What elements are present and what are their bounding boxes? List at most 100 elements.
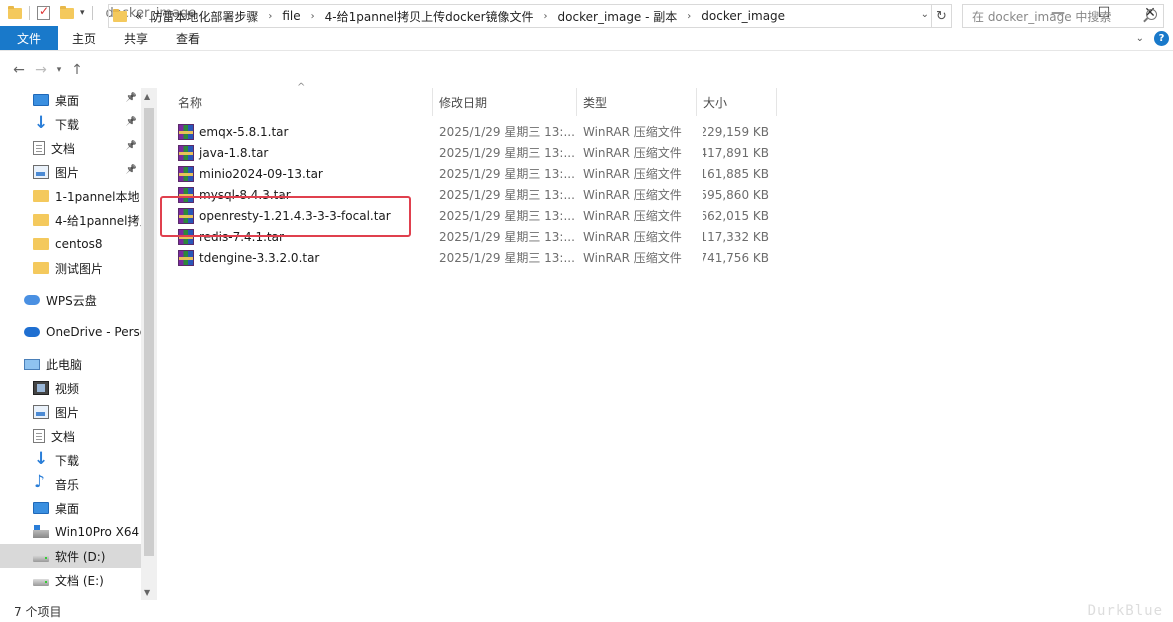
sidebar-item[interactable]: WPS云盘 xyxy=(0,288,141,312)
sidebar-item[interactable]: OneDrive - Perso xyxy=(0,320,141,344)
sidebar-item[interactable]: 音乐 xyxy=(0,472,141,496)
sidebar-item-label: 此电脑 xyxy=(46,357,83,372)
sidebar-item[interactable]: 视频 xyxy=(0,376,141,400)
column-divider[interactable] xyxy=(776,88,777,116)
tab-file[interactable]: 文件 xyxy=(0,26,58,50)
recent-locations-button[interactable]: ▾ xyxy=(52,58,66,82)
file-type-text: WinRAR 压缩文件 xyxy=(583,188,682,202)
up-button[interactable]: ↑ xyxy=(66,58,88,82)
sidebar-item[interactable]: 文档 📌 xyxy=(0,136,141,160)
file-type: WinRAR 压缩文件 xyxy=(583,184,693,205)
file-date-text: 2025/1/29 星期三 13:... xyxy=(439,251,574,265)
folder-icon xyxy=(33,238,49,250)
address-dropdown-icon[interactable]: ⌄ xyxy=(921,9,929,20)
file-row[interactable]: java-1.8.tar 2025/1/29 星期三 13:... WinRAR 压… xyxy=(162,142,782,163)
back-button[interactable]: ← xyxy=(8,58,30,82)
sidebar-item[interactable]: 桌面 📌 xyxy=(0,88,141,112)
refresh-button[interactable]: ↻ xyxy=(932,4,952,28)
column-divider[interactable] xyxy=(696,88,697,116)
sidebar-item[interactable]: centos8 xyxy=(0,232,141,256)
drive-icon xyxy=(33,579,49,586)
cloud-icon xyxy=(24,295,40,305)
watermark: DurkBlue xyxy=(1087,603,1163,619)
chevron-right-icon[interactable]: › xyxy=(268,11,272,22)
file-type-text: WinRAR 压缩文件 xyxy=(583,167,682,181)
breadcrumb-item[interactable]: file xyxy=(282,9,300,23)
search-placeholder: 在 docker_image 中搜索 xyxy=(972,9,1112,24)
breadcrumb-item[interactable]: docker_image - 副本 xyxy=(558,8,678,25)
folder-icon xyxy=(33,214,49,226)
pin-icon[interactable]: 📌 xyxy=(126,117,137,127)
sidebar-item[interactable]: 此电脑 xyxy=(0,352,141,376)
chevron-right-icon[interactable]: › xyxy=(687,11,691,22)
sidebar-item[interactable]: 图片 xyxy=(0,400,141,424)
column-header-size[interactable]: 大小 xyxy=(703,88,769,116)
search-icon[interactable] xyxy=(1146,9,1157,20)
scroll-up-icon[interactable]: ▲ xyxy=(144,92,150,101)
download-icon xyxy=(33,113,49,133)
file-type: WinRAR 压缩文件 xyxy=(583,226,693,247)
breadcrumb-overflow[interactable]: « xyxy=(135,9,142,23)
sidebar-item[interactable]: 1-1pannel本地 xyxy=(0,184,141,208)
column-divider[interactable] xyxy=(576,88,577,116)
sidebar-item-label: centos8 xyxy=(55,237,103,251)
picture-icon xyxy=(33,165,49,179)
sidebar-item[interactable]: 下载 📌 xyxy=(0,112,141,136)
file-name-text: emqx-5.8.1.tar xyxy=(199,124,289,139)
annotation-highlight-box xyxy=(160,196,411,237)
column-divider[interactable] xyxy=(432,88,433,116)
customize-toolbar-dropdown-icon[interactable]: ▾ xyxy=(80,8,85,18)
scroll-down-icon[interactable]: ▼ xyxy=(144,588,150,597)
sidebar-item[interactable]: 4-给1pannel拷贝 xyxy=(0,208,141,232)
file-row[interactable]: emqx-5.8.1.tar 2025/1/29 星期三 13:... WinRAR… xyxy=(162,121,782,142)
pin-icon[interactable]: 📌 xyxy=(126,165,137,175)
folder-icon xyxy=(33,190,49,202)
tab-share[interactable]: 共享 xyxy=(110,26,162,50)
column-header-date[interactable]: 修改日期 xyxy=(439,88,574,116)
file-name: tdengine-3.3.2.0.tar xyxy=(178,247,428,268)
properties-icon[interactable] xyxy=(37,4,50,20)
new-folder-icon[interactable] xyxy=(60,5,74,19)
column-header-name[interactable]: 名称 xyxy=(178,88,428,116)
ribbon-right-controls: ⌄ ? xyxy=(1136,26,1173,51)
sidebar-item[interactable]: 测试图片 xyxy=(0,256,141,280)
file-type-text: WinRAR 压缩文件 xyxy=(583,230,682,244)
file-row[interactable]: tdengine-3.3.2.0.tar 2025/1/29 星期三 13:...… xyxy=(162,247,782,268)
forward-button[interactable]: → xyxy=(30,58,52,82)
file-type-text: WinRAR 压缩文件 xyxy=(583,209,682,223)
tab-view[interactable]: 查看 xyxy=(162,26,214,50)
sidebar-item-label: 测试图片 xyxy=(55,261,104,276)
breadcrumb-item[interactable]: 防雷本地化部署步骤 xyxy=(150,8,258,25)
expand-ribbon-icon[interactable]: ⌄ xyxy=(1136,33,1144,44)
pin-icon[interactable]: 📌 xyxy=(126,141,137,151)
sidebar-item[interactable]: 桌面 xyxy=(0,496,141,520)
sidebar-item-label: 视频 xyxy=(55,381,80,396)
sidebar-item-label: 下载 xyxy=(55,117,80,132)
chevron-right-icon[interactable]: › xyxy=(544,11,548,22)
sidebar-scroll-thumb[interactable] xyxy=(144,108,154,556)
sidebar-item[interactable]: 文档 xyxy=(0,424,141,448)
file-date: 2025/1/29 星期三 13:... xyxy=(439,247,574,268)
search-input[interactable]: 在 docker_image 中搜索 xyxy=(962,4,1164,28)
pin-icon[interactable]: 📌 xyxy=(126,93,137,103)
sidebar-item[interactable]: 图片 📌 xyxy=(0,160,141,184)
chevron-right-icon[interactable]: › xyxy=(311,11,315,22)
folder-icon[interactable] xyxy=(8,5,22,19)
document-icon xyxy=(33,429,45,443)
sidebar-item[interactable]: 文档 (E:) xyxy=(0,568,141,592)
address-bar[interactable]: « 防雷本地化部署步骤 › file › 4-给1pannel拷贝上传docke… xyxy=(108,4,932,28)
quick-access-toolbar: ▾ xyxy=(0,4,96,20)
file-date-text: 2025/1/29 星期三 13:... xyxy=(439,188,574,202)
sidebar-item[interactable]: Win10Pro X64 xyxy=(0,520,141,544)
sidebar-item[interactable]: 下载 xyxy=(0,448,141,472)
help-icon[interactable]: ? xyxy=(1154,31,1169,46)
sidebar-item[interactable]: 软件 (D:) xyxy=(0,544,141,568)
breadcrumb-item[interactable]: 4-给1pannel拷贝上传docker镜像文件 xyxy=(325,8,534,25)
file-name-text: java-1.8.tar xyxy=(199,145,269,160)
sidebar-item-label: 4-给1pannel拷贝 xyxy=(55,213,141,228)
column-header-type[interactable]: 类型 xyxy=(583,88,693,116)
file-row[interactable]: minio2024-09-13.tar 2025/1/29 星期三 13:... W… xyxy=(162,163,782,184)
tab-home[interactable]: 主页 xyxy=(58,26,110,50)
breadcrumb-item[interactable]: docker_image xyxy=(701,9,785,23)
sidebar-item-label: 1-1pannel本地 xyxy=(55,189,140,204)
